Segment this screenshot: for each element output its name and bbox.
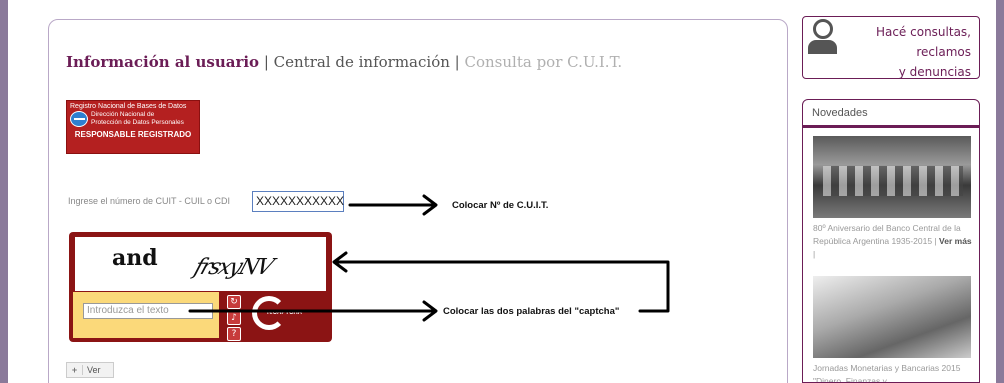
annotation-arrows: [188, 194, 670, 322]
arrow-back-line: [334, 260, 670, 313]
